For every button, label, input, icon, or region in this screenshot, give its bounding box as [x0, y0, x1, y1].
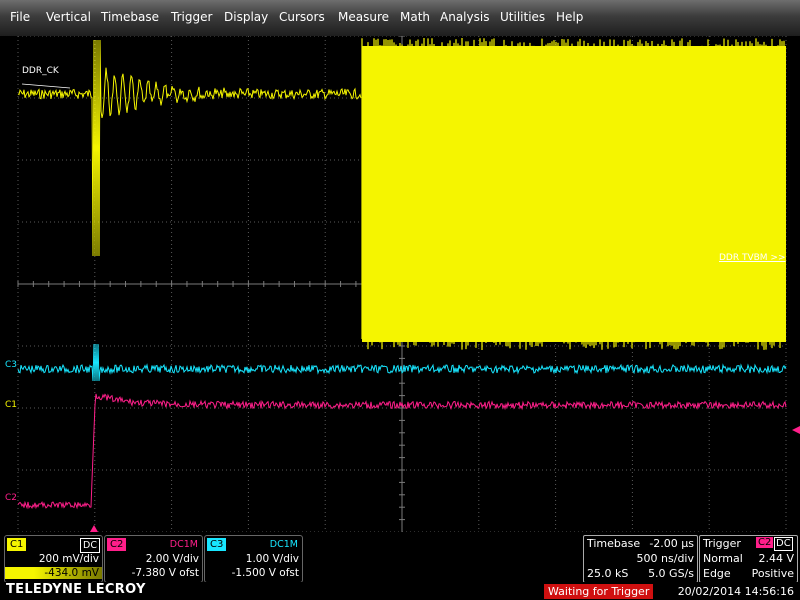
c1-coupling: DC: [80, 538, 100, 553]
menu-analysis[interactable]: Analysis: [440, 10, 489, 24]
c1-ground-label[interactable]: C1: [5, 400, 17, 410]
menu-utilities[interactable]: Utilities: [500, 10, 545, 24]
c1-tag: C1: [7, 538, 27, 551]
menu-math[interactable]: Math: [400, 10, 430, 24]
c2-ground-label[interactable]: C2: [5, 493, 17, 503]
c3-scale: 1.00 V/div: [245, 553, 299, 565]
c1-annotation: DDR_CK: [22, 66, 59, 76]
trigger-mode: Normal: [703, 552, 743, 565]
c3-offset: -1.500 V ofst: [231, 567, 299, 579]
trigger-slope: Positive: [751, 567, 794, 580]
c1-trace: [17, 39, 362, 257]
trigger-type: Edge: [703, 567, 731, 580]
trigger-position-marker[interactable]: [90, 525, 98, 532]
menu-file[interactable]: File: [10, 10, 30, 24]
c2-coupling: DC1M: [167, 538, 200, 551]
c2-tag: C2: [107, 538, 127, 551]
timebase-label: Timebase: [587, 537, 641, 550]
c3-tag: C3: [207, 538, 227, 551]
menu-measure[interactable]: Measure: [338, 10, 389, 24]
menu-trigger[interactable]: Trigger: [171, 10, 212, 24]
acquisition-status: Waiting for Trigger: [544, 584, 654, 599]
menu-timebase[interactable]: Timebase: [101, 10, 159, 24]
trigger-coupling: DC: [774, 537, 793, 551]
trigger-source: C2: [756, 537, 774, 548]
brand-logo: TELEDYNE LECROY: [6, 582, 146, 597]
timebase-delay: -2.00 µs: [649, 537, 694, 550]
status-bar: TELEDYNE LECROY Waiting for Trigger 20/0…: [0, 582, 800, 600]
menu-vertical[interactable]: Vertical: [46, 10, 91, 24]
menu-display[interactable]: Display: [224, 10, 268, 24]
waveform-canvas: [17, 36, 800, 532]
c1-offset: -434.0 mV: [5, 567, 102, 579]
trigger-level: 2.44 V: [758, 552, 794, 565]
c1-scale: 200 mV/div: [38, 553, 99, 565]
timebase-per-div: 500 ns/div: [636, 552, 694, 565]
menu-bar: File Vertical Timebase Trigger Display C…: [0, 0, 800, 37]
c2-descriptor[interactable]: C2 DC1M 2.00 V/div -7.380 V ofst: [104, 535, 203, 583]
c1-descriptor[interactable]: C1 DC 200 mV/div -434.0 mV: [4, 535, 103, 583]
timebase-rate: 5.0 GS/s: [648, 567, 694, 580]
timebase-samples: 25.0 kS: [587, 567, 629, 580]
trigger-descriptor[interactable]: Trigger C2 DC Normal 2.44 V Edge Positiv…: [699, 535, 798, 583]
waveform-display[interactable]: DDR_CK DDR TVBM >> C3 C1 C2: [0, 36, 800, 532]
menu-help[interactable]: Help: [556, 10, 583, 24]
c3-descriptor[interactable]: C3 DC1M 1.00 V/div -1.500 V ofst: [204, 535, 303, 583]
c3-coupling: DC1M: [267, 538, 300, 551]
date-time: 20/02/2014 14:56:16: [677, 585, 794, 598]
menu-cursors[interactable]: Cursors: [279, 10, 325, 24]
trigger-label: Trigger: [703, 537, 741, 550]
timebase-descriptor[interactable]: Timebase -2.00 µs 500 ns/div 25.0 kS 5.0…: [583, 535, 698, 583]
c3-ground-label[interactable]: C3: [5, 360, 17, 370]
annotation-leader-line: [21, 83, 71, 89]
c2-offset: -7.380 V ofst: [131, 567, 199, 579]
c1-dense-signal: [361, 38, 786, 350]
trigger-level-marker[interactable]: [792, 426, 800, 434]
right-annotation: DDR TVBM >>: [719, 253, 786, 263]
c2-scale: 2.00 V/div: [145, 553, 199, 565]
